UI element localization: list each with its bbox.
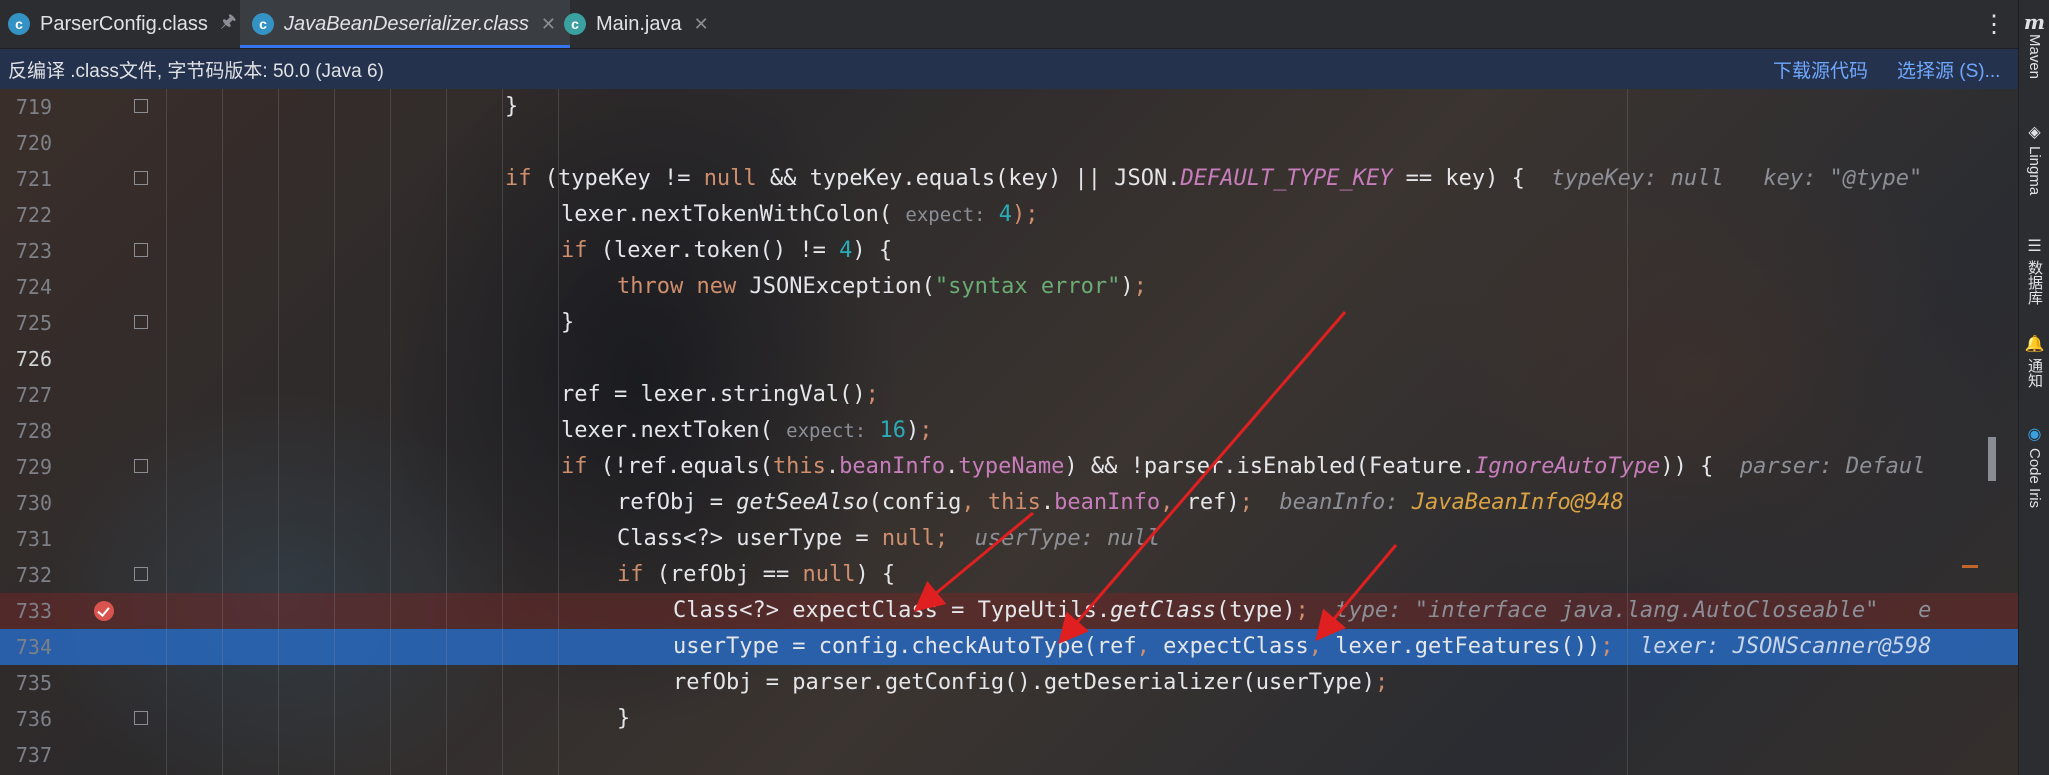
maven-icon: m <box>2023 10 2046 34</box>
code-iris-tool-button[interactable]: ◉ Code Iris <box>2019 424 2049 508</box>
lingma-label: Lingma <box>2026 146 2043 196</box>
annotation-arrow <box>1058 311 1347 645</box>
database-label: 数据库 <box>2026 260 2043 305</box>
annotation-arrow <box>1315 544 1398 642</box>
database-icon: ☰ <box>2027 238 2042 255</box>
maven-tool-button[interactable]: m Maven <box>2019 10 2049 79</box>
lingma-tool-button[interactable]: ◈ Lingma <box>2019 122 2049 195</box>
lingma-icon: ◈ <box>2028 124 2041 141</box>
notifications-label: 通知 <box>2026 358 2043 388</box>
bell-icon: 🔔 <box>2024 336 2045 353</box>
code-iris-label: Code Iris <box>2026 448 2043 509</box>
maven-label: Maven <box>2026 34 2043 80</box>
annotation-arrow <box>913 511 1034 612</box>
right-tool-sidebar: m Maven ◈ Lingma ☰ 数据库 🔔 通知 ◉ Code Iris <box>2018 0 2049 775</box>
database-tool-button[interactable]: ☰ 数据库 <box>2019 236 2049 305</box>
code-iris-icon: ◉ <box>2027 426 2042 443</box>
annotation-arrows <box>913 311 1398 645</box>
notifications-tool-button[interactable]: 🔔 通知 <box>2019 334 2049 388</box>
